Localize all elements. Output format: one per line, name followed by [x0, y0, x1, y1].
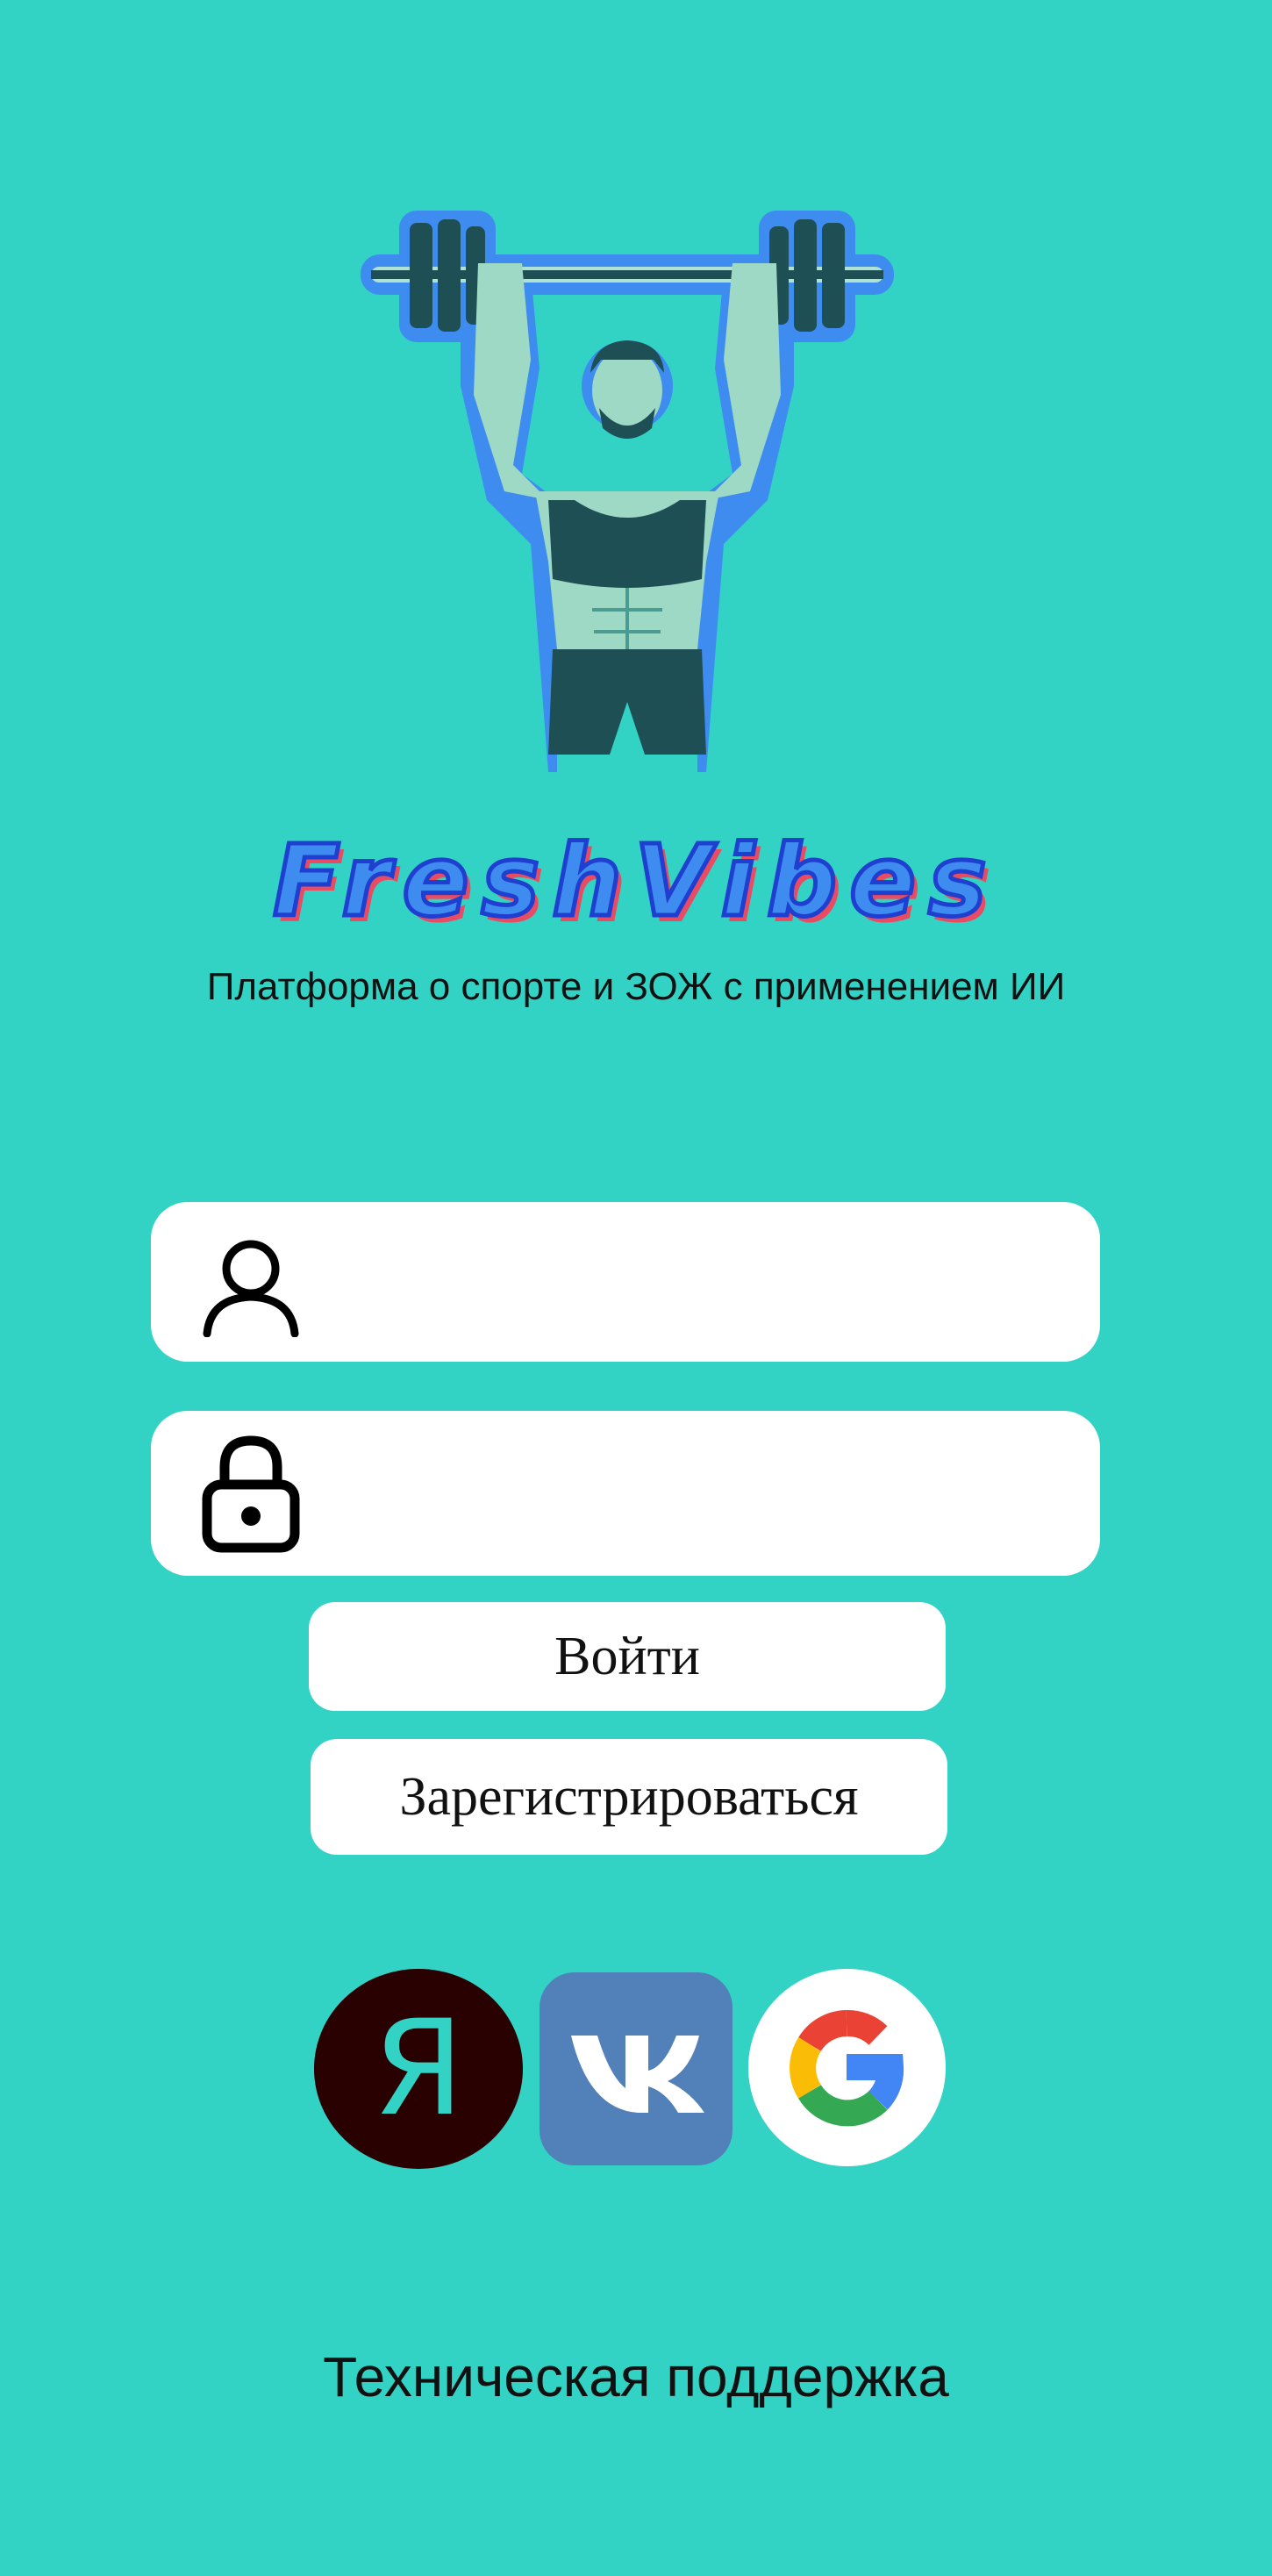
brand-wordmark: FreshVibes — [271, 823, 999, 941]
yandex-login-button[interactable]: Я — [314, 1969, 523, 2169]
lock-icon — [202, 1435, 300, 1553]
support-link[interactable]: Техническая поддержка — [0, 2344, 1272, 2409]
password-input[interactable] — [344, 1449, 1067, 1539]
user-icon — [203, 1240, 299, 1337]
username-field[interactable] — [151, 1202, 1100, 1362]
login-button[interactable]: Войти — [309, 1602, 946, 1711]
password-field[interactable] — [151, 1411, 1100, 1576]
username-input[interactable] — [344, 1237, 1067, 1327]
logo-bodybuilder-image — [361, 211, 894, 772]
tagline: Платформа о спорте и ЗОЖ с применением И… — [206, 965, 1066, 1008]
yandex-icon: Я — [372, 1993, 465, 2145]
register-button[interactable]: Зарегистрироваться — [311, 1739, 947, 1855]
vk-login-button[interactable] — [540, 1972, 732, 2165]
google-login-button[interactable] — [748, 1969, 946, 2166]
google-icon — [790, 2010, 904, 2127]
vk-icon — [571, 2036, 704, 2113]
